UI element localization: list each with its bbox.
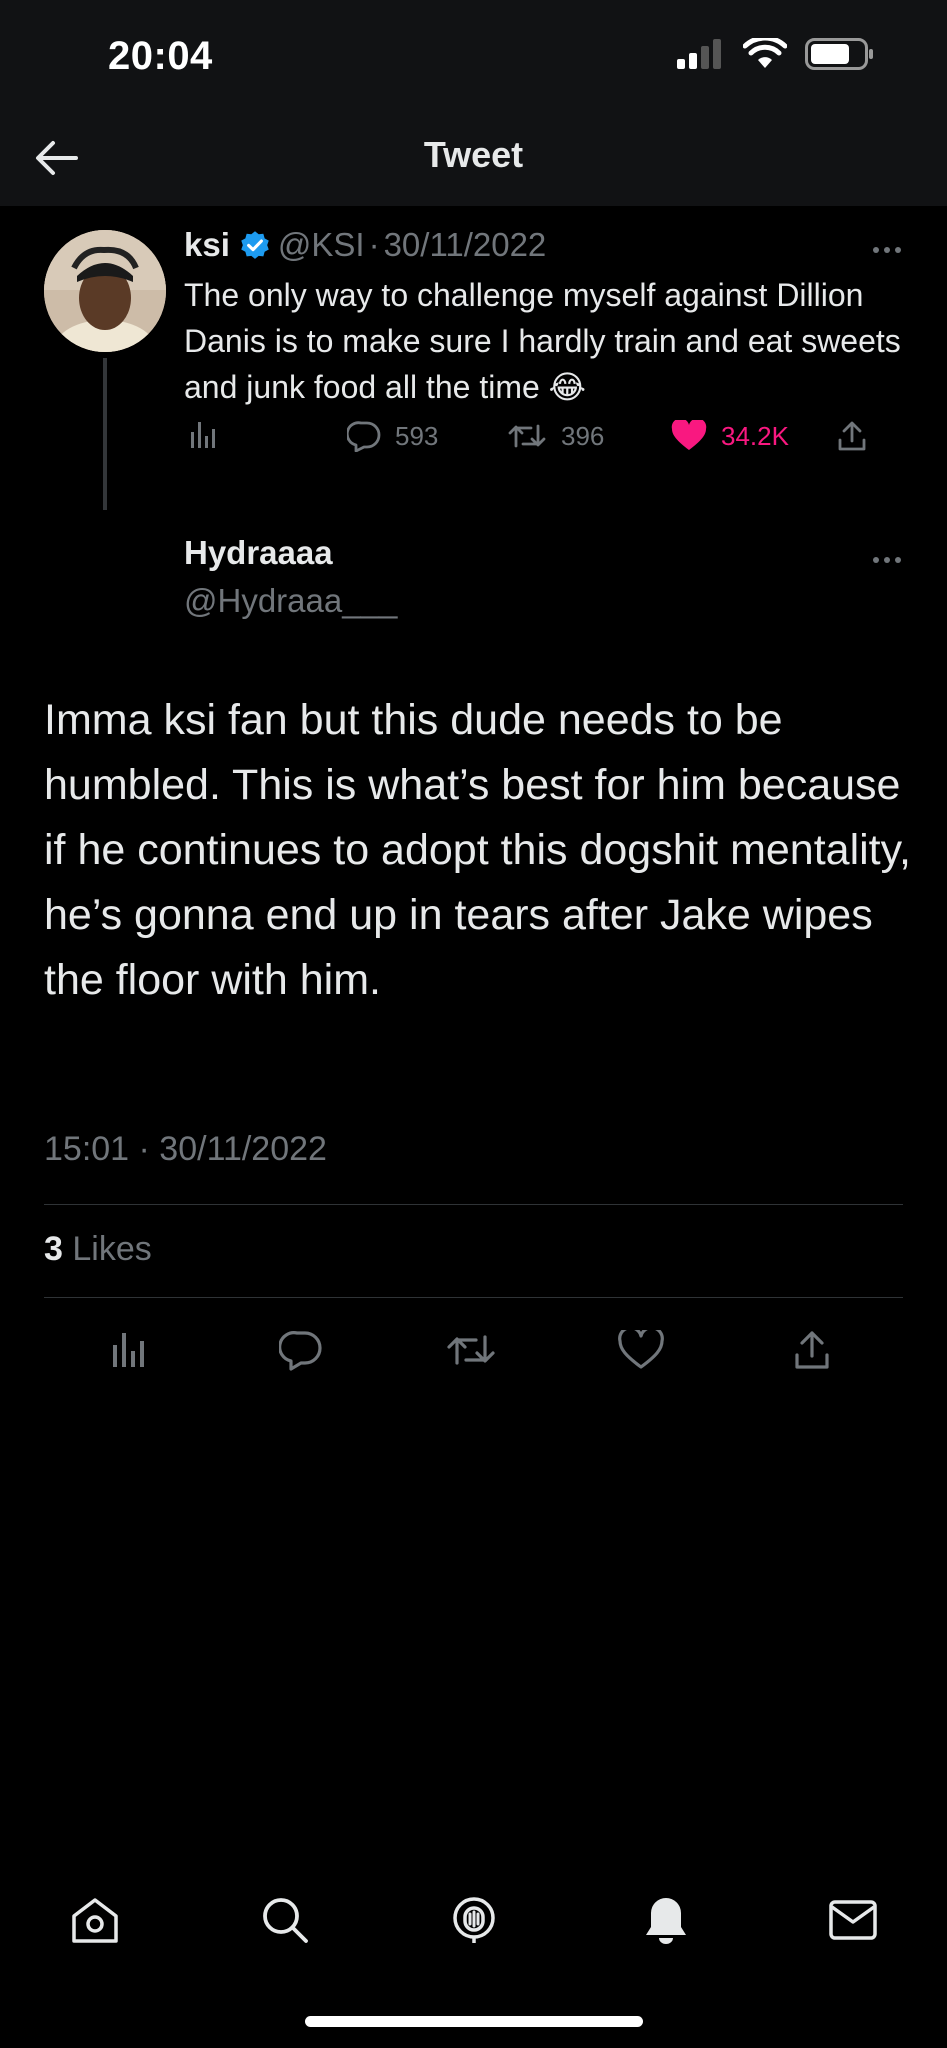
more-dot [895, 247, 901, 253]
tab-spaces[interactable] [439, 1880, 509, 1960]
retweet-button[interactable]: 396 [507, 420, 604, 452]
thread-line [103, 358, 107, 510]
more-options-button[interactable] [867, 240, 907, 260]
reply-analytics-button[interactable] [100, 1320, 160, 1380]
divider [44, 1204, 903, 1205]
reply-more-options-button[interactable] [867, 550, 907, 570]
author-name[interactable]: ksi [184, 226, 230, 264]
reply-retweet-button[interactable] [441, 1320, 501, 1380]
more-dot [873, 247, 879, 253]
spaces-icon [453, 1897, 495, 1943]
share-icon [838, 421, 866, 451]
signal-icon [677, 39, 721, 69]
divider [44, 1297, 903, 1298]
tab-messages[interactable] [818, 1880, 888, 1960]
reply-button[interactable]: 593 [347, 420, 438, 452]
reply-author-handle[interactable]: @Hydraaa___ [184, 582, 397, 620]
likes-summary[interactable]: 3 Likes [44, 1230, 152, 1269]
parent-tweet-actions: 593 396 34.2K [184, 420, 904, 470]
reply-like-button[interactable] [611, 1320, 671, 1380]
laughing-emoji: 😂 [548, 368, 587, 406]
search-icon [263, 1898, 308, 1943]
reply-comment-button[interactable] [271, 1320, 331, 1380]
reply-timestamp: 15:01 · 30/11/2022 [44, 1130, 327, 1168]
like-button[interactable]: 34.2K [671, 420, 789, 452]
reply-tweet-actions [0, 1320, 947, 1380]
separator-dot: · [368, 226, 380, 263]
analytics-icon [113, 1333, 144, 1367]
parent-tweet-header: ksi @KSI · 30/11/2022 [184, 226, 546, 264]
header-bar: Tweet [0, 110, 947, 206]
reply-icon [347, 421, 381, 452]
reply-count: 593 [395, 420, 439, 451]
reply-icon [279, 1331, 322, 1371]
status-bar: 20:04 [0, 0, 947, 110]
retweet-icon [508, 424, 546, 448]
reply-author-name[interactable]: Hydraaaa [184, 534, 397, 572]
messages-icon [829, 1900, 877, 1940]
heart-outline-icon [618, 1330, 664, 1369]
home-icon [72, 1898, 118, 1943]
retweet-count: 396 [561, 420, 605, 451]
page-title: Tweet [423, 134, 524, 175]
share-icon [795, 1331, 829, 1369]
parent-tweet-body: The only way to challenge myself against… [184, 277, 901, 405]
bottom-tab-bar [0, 1880, 947, 1964]
parent-tweet-text: The only way to challenge myself against… [184, 272, 914, 410]
retweet-icon [447, 1335, 495, 1365]
battery-icon [805, 38, 873, 70]
likes-label: Likes [72, 1230, 152, 1268]
heart-filled-icon [671, 420, 707, 450]
notifications-icon [646, 1898, 686, 1944]
tab-search[interactable] [250, 1880, 320, 1960]
more-dot [873, 557, 879, 563]
like-count: 34.2K [721, 420, 789, 451]
more-dot [895, 557, 901, 563]
tweet-date: 30/11/2022 [383, 226, 547, 263]
reply-share-button[interactable] [782, 1320, 842, 1380]
reply-tweet-text: Imma ksi fan but this dude needs to be h… [44, 696, 911, 1004]
avatar[interactable] [44, 230, 166, 352]
tab-notifications[interactable] [631, 1880, 701, 1960]
analytics-icon [191, 422, 215, 448]
reply-tweet-header: Hydraaaa @Hydraaa___ [184, 534, 397, 620]
share-button[interactable] [836, 420, 868, 452]
tab-home[interactable] [60, 1880, 130, 1960]
more-dot [884, 247, 890, 253]
status-time: 20:04 [108, 34, 213, 78]
wifi-icon [743, 38, 787, 68]
verified-badge-icon [241, 231, 269, 259]
author-handle[interactable]: @KSI [278, 226, 365, 264]
likes-count: 3 [44, 1230, 63, 1268]
avatar-image [44, 230, 166, 352]
status-icons [675, 38, 875, 70]
home-indicator[interactable] [305, 2016, 643, 2027]
analytics-button[interactable] [188, 420, 218, 450]
more-dot [884, 557, 890, 563]
